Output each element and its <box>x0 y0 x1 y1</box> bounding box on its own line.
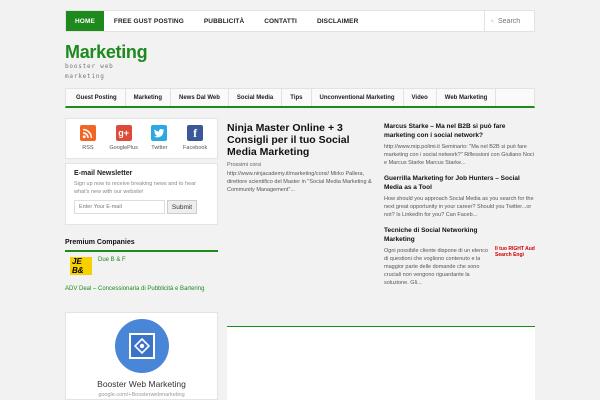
adv-deal-link[interactable]: ADV Deal – Concessionaria di Pubblicità … <box>65 286 204 292</box>
main-menu: Guest Posting Marketing News Dal Web Soc… <box>65 88 535 108</box>
newsletter-form: Submit <box>74 200 209 214</box>
company-logo[interactable]: JE B& <box>70 257 92 275</box>
menu-tips[interactable]: Tips <box>282 89 312 106</box>
list-item: Marcus Starke – Ma nel B2B si può fare m… <box>384 122 535 167</box>
social-label: GooglePlus <box>109 145 138 151</box>
facebook-icon[interactable]: f <box>187 125 204 141</box>
topnav-contatti[interactable]: CONTATTI <box>254 11 307 31</box>
premium-companies-title: Premium Companies <box>65 239 218 252</box>
avatar[interactable] <box>115 319 169 373</box>
premium-company-item[interactable]: JE B& Due B & F <box>70 257 126 275</box>
list-item: Tecniche di Social Networking Marketing … <box>384 226 535 287</box>
topnav-free-guest-posting[interactable]: FREE GUST POSTING <box>104 11 194 31</box>
social-rss[interactable]: RSS <box>70 125 106 158</box>
featured-post-date: Prossimi corsi <box>227 162 262 168</box>
page: HOME FREE GUST POSTING PUBBLICITÀ CONTAT… <box>0 0 600 400</box>
thumbnail-text: Il tuo RIGHT Aud Search Engi <box>495 246 535 258</box>
topnav-spacer <box>368 11 484 31</box>
topnav-pubblicita[interactable]: PUBBLICITÀ <box>194 11 254 31</box>
post-list: Marcus Starke – Ma nel B2B si può fare m… <box>384 122 535 287</box>
list-item: Guerrilla Marketing for Job Hunters – So… <box>384 174 535 219</box>
twitter-icon[interactable] <box>151 125 168 141</box>
newsletter-text: Sign up now to receive breaking news and… <box>74 181 196 195</box>
email-field[interactable] <box>74 200 165 214</box>
menu-social-media[interactable]: Social Media <box>229 89 283 106</box>
rss-icon[interactable] <box>79 125 96 141</box>
booster-logo-icon <box>129 333 155 359</box>
post-title[interactable]: Guerrilla Marketing for Job Hunters – So… <box>384 174 535 192</box>
post-excerpt: Ogni possibile cliente dispone di un ele… <box>384 248 488 286</box>
search-box <box>484 11 534 31</box>
featured-post: Ninja Master Online + 3 Consigli per il … <box>227 122 375 194</box>
social-googleplus[interactable]: g+ GooglePlus <box>106 125 142 158</box>
post-text: Tecniche di Social Networking Marketing … <box>384 226 492 287</box>
bottom-content-area <box>227 327 535 400</box>
menu-guest-posting[interactable]: Guest Posting <box>66 89 126 106</box>
menu-video[interactable]: Video <box>404 89 437 106</box>
search-icon <box>491 19 494 23</box>
social-twitter[interactable]: Twitter <box>142 125 178 158</box>
submit-button[interactable]: Submit <box>167 200 197 214</box>
newsletter-title: E-mail Newsletter <box>74 170 133 177</box>
newsletter-widget: E-mail Newsletter Sign up now to receive… <box>65 163 218 225</box>
post-excerpt: http://www.mip.polimi.it Seminario: "Ma … <box>384 144 534 166</box>
menu-marketing[interactable]: Marketing <box>126 89 172 106</box>
site-description: booster web marketing <box>65 63 114 80</box>
social-label: Twitter <box>151 145 168 151</box>
topnav-disclaimer[interactable]: DISCLAIMER <box>307 11 368 31</box>
search-input[interactable] <box>498 17 528 25</box>
top-navigation: HOME FREE GUST POSTING PUBBLICITÀ CONTAT… <box>65 10 535 32</box>
google-plus-badge[interactable]: Booster Web Marketing google.com/+Booste… <box>65 312 218 400</box>
post-thumbnail[interactable]: Il tuo RIGHT Aud Search Engi <box>495 246 535 268</box>
post-title[interactable]: Marcus Starke – Ma nel B2B si può fare m… <box>384 122 535 140</box>
featured-post-excerpt: http://www.ninjacademy.it/marketing/cors… <box>227 171 372 193</box>
social-facebook[interactable]: f Facebook <box>177 125 213 158</box>
menu-news-dal-web[interactable]: News Dal Web <box>171 89 229 106</box>
gplus-page-url: google.com/+Boosterwebmarketing <box>98 392 185 398</box>
gplus-page-name[interactable]: Booster Web Marketing <box>66 379 217 389</box>
sidebar: RSS g+ GooglePlus Twitter f Facebook E-m… <box>65 118 218 225</box>
menu-unconventional-marketing[interactable]: Unconventional Marketing <box>312 89 404 106</box>
menu-web-marketing[interactable]: Web Marketing <box>437 89 497 106</box>
site-title[interactable]: Marketing <box>65 42 148 63</box>
company-name-link[interactable]: Due B & F <box>98 257 126 275</box>
post-title[interactable]: Tecniche di Social Networking Marketing <box>384 226 492 244</box>
post-excerpt: How should you approach Social Media as … <box>384 196 534 218</box>
social-label: Facebook <box>183 145 208 151</box>
topnav-home[interactable]: HOME <box>66 11 104 31</box>
social-widget: RSS g+ GooglePlus Twitter f Facebook <box>65 118 218 159</box>
social-label: RSS <box>82 145 94 151</box>
google-plus-icon[interactable]: g+ <box>115 125 132 141</box>
featured-post-title[interactable]: Ninja Master Online + 3 Consigli per il … <box>227 122 375 158</box>
